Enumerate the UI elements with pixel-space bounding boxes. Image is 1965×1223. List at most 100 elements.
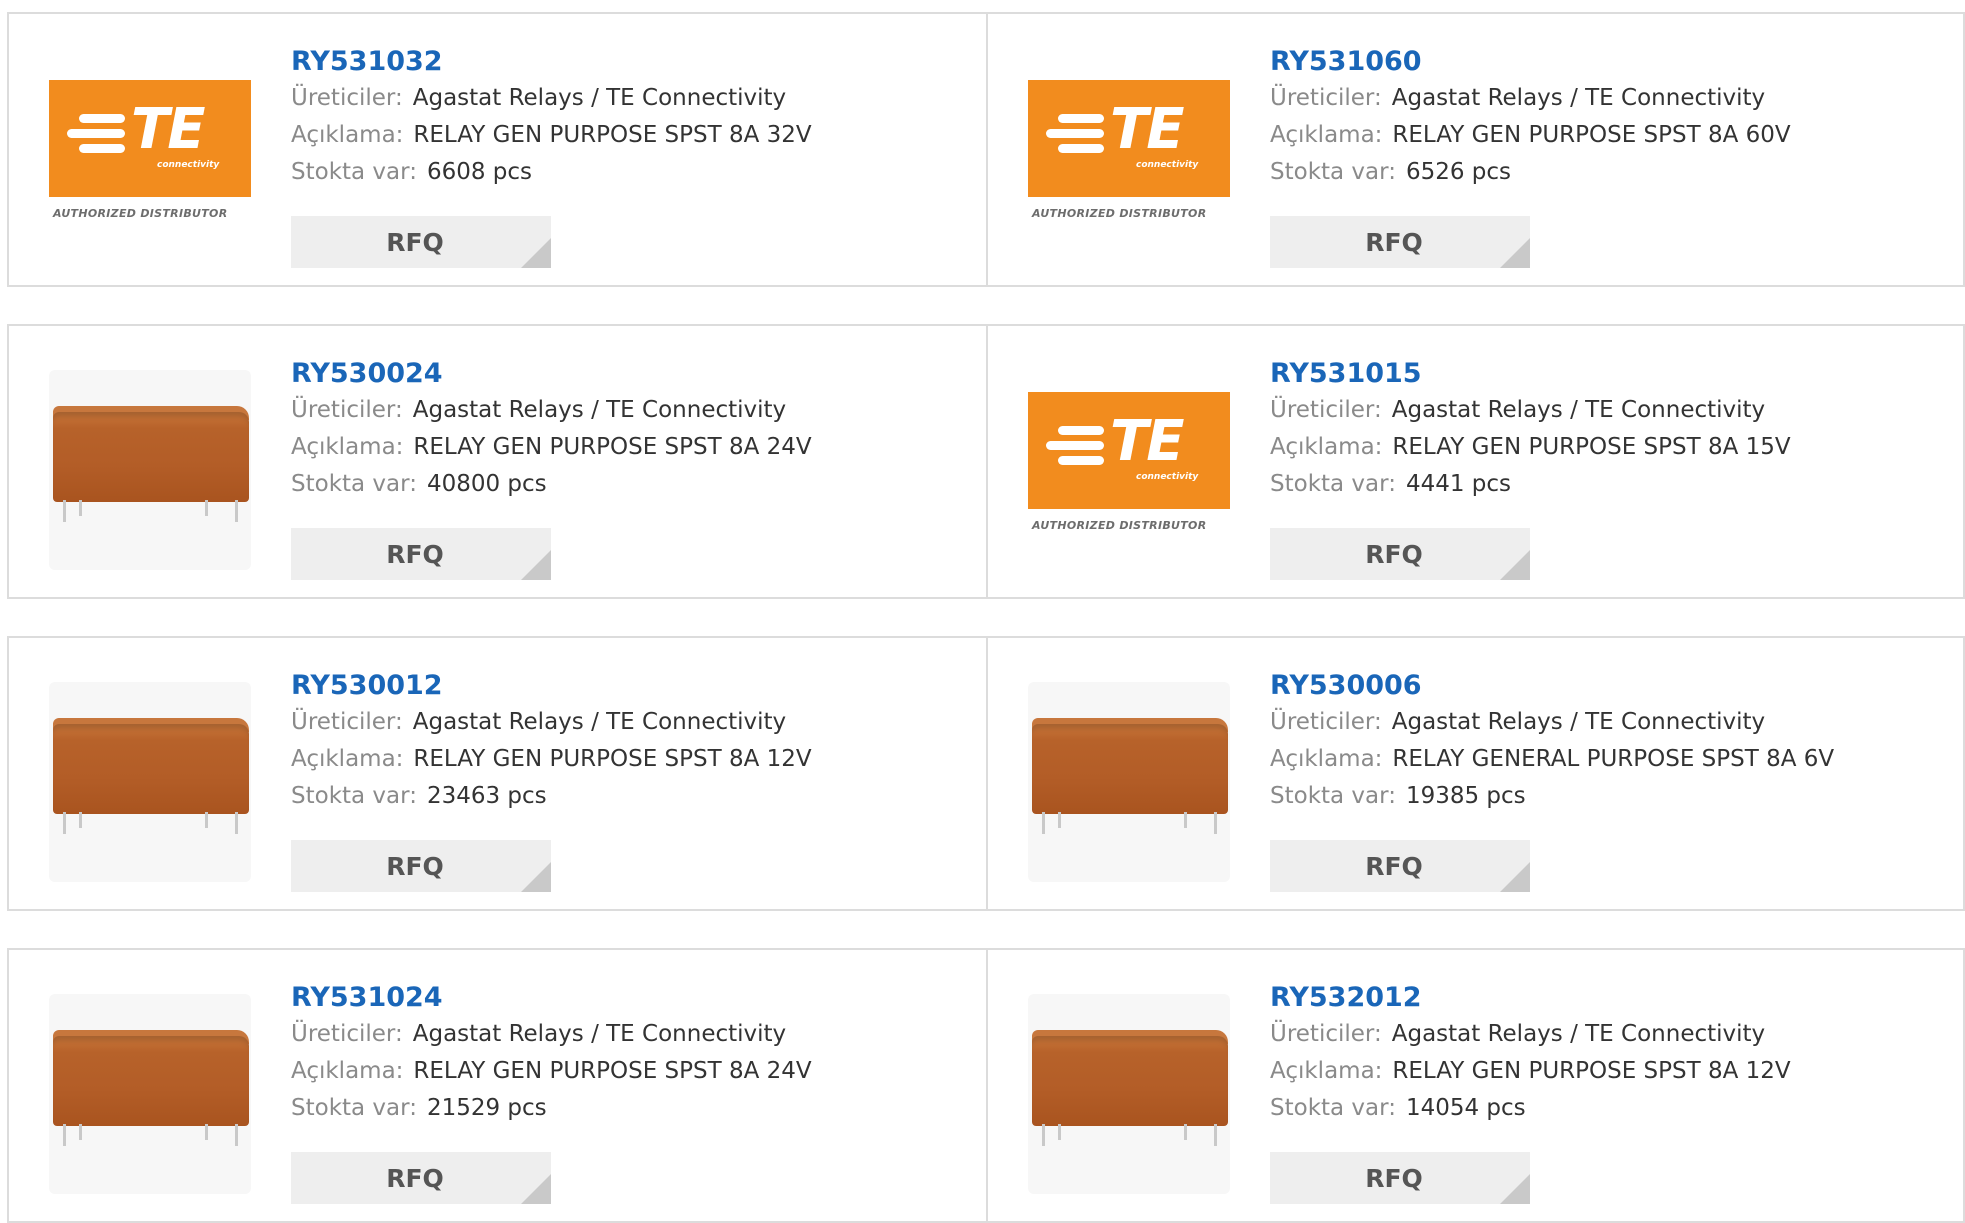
- rfq-label: RFQ: [386, 227, 444, 257]
- manufacturer-value: Agastat Relays / TE Connectivity: [1391, 85, 1766, 111]
- product-info: RY530024 Üreticiler: Agastat Relays / TE …: [291, 356, 812, 503]
- description-label: Açıklama:: [1270, 122, 1383, 148]
- product-thumbnail[interactable]: TE connectivity AUTHORIZED DISTRIBUTOR: [1028, 392, 1230, 547]
- description-line: Açıklama: RELAY GEN PURPOSE SPST 8A 24V: [291, 429, 812, 466]
- manufacturer-value: Agastat Relays / TE Connectivity: [412, 397, 787, 423]
- product-row: RY531024 Üreticiler: Agastat Relays / TE …: [7, 948, 1965, 1223]
- product-card: RY530012 Üreticiler: Agastat Relays / TE …: [9, 638, 984, 909]
- product-info: RY530006 Üreticiler: Agastat Relays / TE …: [1270, 668, 1834, 815]
- stock-label: Stokta var:: [1270, 783, 1396, 809]
- part-number-link[interactable]: RY531024: [291, 980, 812, 1016]
- relay-product-image: [49, 370, 251, 570]
- rfq-button[interactable]: RFQ: [291, 840, 551, 892]
- rfq-button[interactable]: RFQ: [291, 1152, 551, 1204]
- product-info: RY531032 Üreticiler: Agastat Relays / TE …: [291, 44, 812, 191]
- product-card: RY530024 Üreticiler: Agastat Relays / TE …: [9, 326, 984, 597]
- product-thumbnail[interactable]: TE connectivity AUTHORIZED DISTRIBUTOR: [49, 80, 251, 235]
- rfq-label: RFQ: [1365, 227, 1423, 257]
- relay-product-image: [1028, 994, 1230, 1194]
- description-value: RELAY GEN PURPOSE SPST 8A 15V: [1392, 434, 1791, 460]
- description-value: RELAY GEN PURPOSE SPST 8A 32V: [413, 122, 812, 148]
- description-value: RELAY GEN PURPOSE SPST 8A 60V: [1392, 122, 1791, 148]
- part-number-link[interactable]: RY530006: [1270, 668, 1834, 704]
- stock-line: Stokta var: 40800 pcs: [291, 466, 812, 503]
- rfq-button[interactable]: RFQ: [291, 216, 551, 268]
- manufacturer-label: Üreticiler:: [291, 85, 403, 111]
- product-grid: TE connectivity AUTHORIZED DISTRIBUTOR R…: [0, 0, 1965, 1223]
- product-thumbnail[interactable]: [49, 370, 251, 570]
- product-card: TE connectivity AUTHORIZED DISTRIBUTOR R…: [988, 326, 1963, 597]
- stock-label: Stokta var:: [1270, 471, 1396, 497]
- rfq-label: RFQ: [1365, 1163, 1423, 1193]
- description-label: Açıklama:: [291, 1058, 404, 1084]
- manufacturer-label: Üreticiler:: [291, 397, 403, 423]
- description-value: RELAY GENERAL PURPOSE SPST 8A 6V: [1392, 746, 1835, 772]
- product-thumbnail[interactable]: TE connectivity AUTHORIZED DISTRIBUTOR: [1028, 80, 1230, 235]
- description-label: Açıklama:: [291, 434, 404, 460]
- logo-background: TE connectivity: [1028, 80, 1230, 197]
- te-connectivity-logo: TE connectivity AUTHORIZED DISTRIBUTOR: [49, 80, 251, 235]
- relay-product-image: [49, 682, 251, 882]
- description-line: Açıklama: RELAY GEN PURPOSE SPST 8A 60V: [1270, 117, 1791, 154]
- part-number-link[interactable]: RY530024: [291, 356, 812, 392]
- product-info: RY531060 Üreticiler: Agastat Relays / TE …: [1270, 44, 1791, 191]
- rfq-button[interactable]: RFQ: [291, 528, 551, 580]
- relay-product-image: [49, 994, 251, 1194]
- corner-triangle-icon: [1500, 550, 1530, 580]
- corner-triangle-icon: [1500, 862, 1530, 892]
- part-number-link[interactable]: RY530012: [291, 668, 812, 704]
- product-row: RY530024 Üreticiler: Agastat Relays / TE …: [7, 324, 1965, 599]
- part-number-link[interactable]: RY532012: [1270, 980, 1791, 1016]
- product-thumbnail[interactable]: [1028, 682, 1230, 882]
- corner-triangle-icon: [521, 238, 551, 268]
- stock-value: 23463 pcs: [426, 783, 547, 809]
- rfq-label: RFQ: [386, 1163, 444, 1193]
- description-value: RELAY GEN PURPOSE SPST 8A 24V: [413, 1058, 812, 1084]
- manufacturer-line: Üreticiler: Agastat Relays / TE Connectiv…: [1270, 1016, 1791, 1053]
- rfq-button[interactable]: RFQ: [1270, 528, 1530, 580]
- rfq-button[interactable]: RFQ: [1270, 1152, 1530, 1204]
- logo-subtext: connectivity: [1136, 160, 1199, 170]
- manufacturer-value: Agastat Relays / TE Connectivity: [412, 85, 787, 111]
- manufacturer-label: Üreticiler:: [291, 709, 403, 735]
- stock-line: Stokta var: 23463 pcs: [291, 778, 812, 815]
- corner-triangle-icon: [521, 550, 551, 580]
- manufacturer-line: Üreticiler: Agastat Relays / TE Connectiv…: [291, 392, 812, 429]
- stock-value: 4441 pcs: [1405, 471, 1512, 497]
- stock-line: Stokta var: 6608 pcs: [291, 154, 812, 191]
- product-info: RY530012 Üreticiler: Agastat Relays / TE …: [291, 668, 812, 815]
- stock-value: 21529 pcs: [426, 1095, 547, 1121]
- product-thumbnail[interactable]: [49, 994, 251, 1194]
- corner-triangle-icon: [1500, 1174, 1530, 1204]
- stock-value: 40800 pcs: [426, 471, 547, 497]
- product-info: RY531015 Üreticiler: Agastat Relays / TE …: [1270, 356, 1791, 503]
- description-value: RELAY GEN PURPOSE SPST 8A 12V: [1392, 1058, 1791, 1084]
- rfq-button[interactable]: RFQ: [1270, 216, 1530, 268]
- manufacturer-label: Üreticiler:: [291, 1021, 403, 1047]
- part-number-link[interactable]: RY531032: [291, 44, 812, 80]
- stock-label: Stokta var:: [291, 783, 417, 809]
- product-thumbnail[interactable]: [49, 682, 251, 882]
- product-card: RY531024 Üreticiler: Agastat Relays / TE …: [9, 950, 984, 1221]
- manufacturer-value: Agastat Relays / TE Connectivity: [1391, 709, 1766, 735]
- product-row: TE connectivity AUTHORIZED DISTRIBUTOR R…: [7, 12, 1965, 287]
- rfq-button[interactable]: RFQ: [1270, 840, 1530, 892]
- manufacturer-value: Agastat Relays / TE Connectivity: [1391, 1021, 1766, 1047]
- manufacturer-line: Üreticiler: Agastat Relays / TE Connectiv…: [1270, 392, 1791, 429]
- relay-product-image: [1028, 682, 1230, 882]
- stock-label: Stokta var:: [291, 1095, 417, 1121]
- description-label: Açıklama:: [1270, 746, 1383, 772]
- corner-triangle-icon: [521, 1174, 551, 1204]
- product-info: RY531024 Üreticiler: Agastat Relays / TE …: [291, 980, 812, 1127]
- rfq-label: RFQ: [1365, 851, 1423, 881]
- part-number-link[interactable]: RY531015: [1270, 356, 1791, 392]
- stock-label: Stokta var:: [291, 159, 417, 185]
- product-thumbnail[interactable]: [1028, 994, 1230, 1194]
- description-line: Açıklama: RELAY GEN PURPOSE SPST 8A 24V: [291, 1053, 812, 1090]
- description-label: Açıklama:: [1270, 1058, 1383, 1084]
- rfq-label: RFQ: [386, 851, 444, 881]
- stock-label: Stokta var:: [1270, 159, 1396, 185]
- part-number-link[interactable]: RY531060: [1270, 44, 1791, 80]
- description-line: Açıklama: RELAY GEN PURPOSE SPST 8A 12V: [291, 741, 812, 778]
- product-info: RY532012 Üreticiler: Agastat Relays / TE …: [1270, 980, 1791, 1127]
